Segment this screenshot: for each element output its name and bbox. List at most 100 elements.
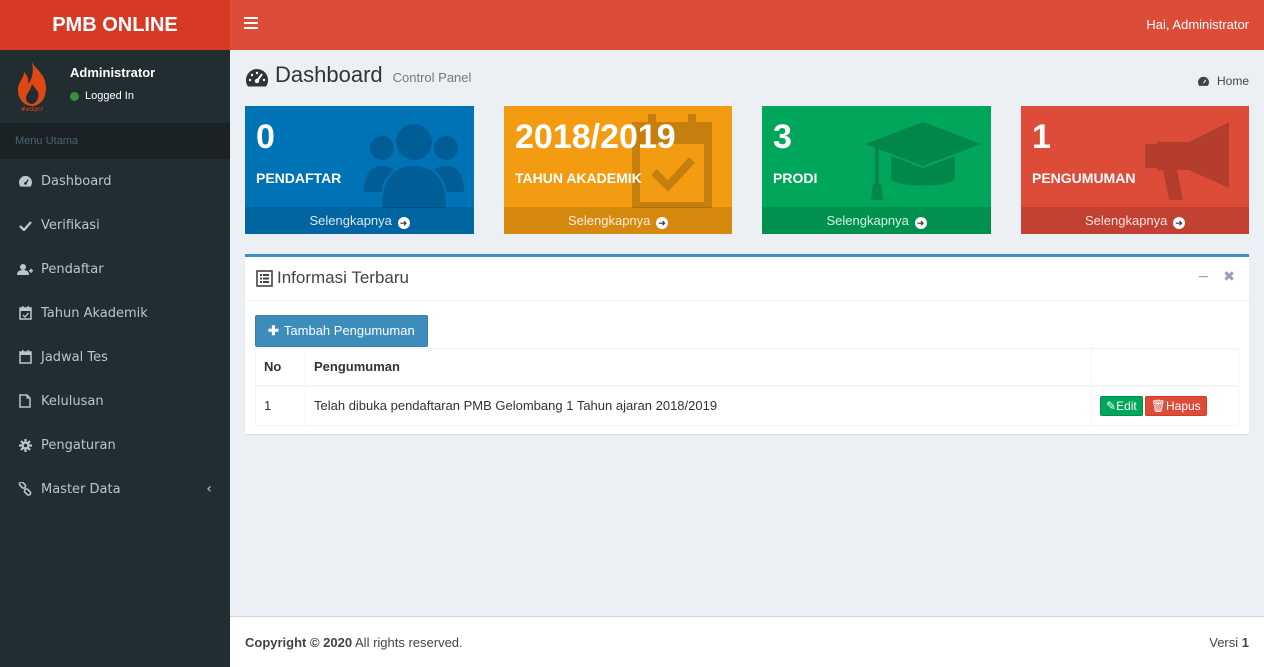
info-box-title: Informasi Terbaru xyxy=(256,268,409,288)
stat-label: PENDAFTAR xyxy=(256,170,342,186)
sidebar-item-label: Pengaturan xyxy=(41,437,116,453)
trash-icon: 🗑 xyxy=(1150,398,1166,413)
calendar-check-icon xyxy=(17,305,33,321)
stat-label: PENGUMUMAN xyxy=(1032,170,1136,186)
version-number: 1 xyxy=(1241,635,1249,650)
sidebar: #edgn! Administrator Logged In Menu Utam… xyxy=(0,50,230,667)
content-header: Dashboard Control Panel xyxy=(245,62,471,94)
sidebar-item-pengaturan[interactable]: Pengaturan xyxy=(0,423,230,467)
app-logo[interactable]: PMB ONLINE xyxy=(0,0,230,50)
stat-value: 3 xyxy=(773,118,792,156)
info-box-title-label: Informasi Terbaru xyxy=(277,268,409,287)
edit-label: Edit xyxy=(1116,398,1137,413)
close-icon[interactable]: ✖ xyxy=(1223,269,1235,285)
stat-value: 1 xyxy=(1032,118,1051,156)
menu-header: Menu Utama xyxy=(0,123,230,159)
dashboard-icon xyxy=(245,69,269,87)
sidebar-item-label: Verifikasi xyxy=(41,217,100,233)
user-status: Logged In xyxy=(70,90,134,102)
sidebar-item-tahun-akademik[interactable]: Tahun Akademik xyxy=(0,291,230,335)
sidebar-toggle-button[interactable] xyxy=(244,17,258,33)
delete-label: Hapus xyxy=(1165,398,1201,413)
table-row: 1 Telah dibuka pendaftaran PMB Gelombang… xyxy=(255,385,1239,426)
version-label: Versi xyxy=(1209,635,1242,650)
info-box-header: Informasi Terbaru − ✖ xyxy=(245,257,1249,301)
sidebar-item-jadwal-tes[interactable]: Jadwal Tes xyxy=(0,335,230,379)
more-link-label: Selengkapnya xyxy=(567,213,651,228)
sidebar-item-label: Tahun Akademik xyxy=(41,305,148,321)
edit-icon: ✎ xyxy=(1106,398,1117,413)
breadcrumb[interactable]: Home xyxy=(1197,74,1249,88)
stat-more-link[interactable]: Selengkapnya ➜ xyxy=(245,207,474,234)
arrow-right-icon: ➜ xyxy=(914,217,927,229)
sidebar-item-label: Dashboard xyxy=(41,173,112,189)
box-tools: − ✖ xyxy=(1184,269,1235,285)
sidebar-item-pendaftar[interactable]: Pendaftar xyxy=(0,247,230,291)
sidebar-item-label: Master Data xyxy=(41,481,121,497)
breadcrumb-home[interactable]: Home xyxy=(1217,74,1249,88)
stat-label: TAHUN AKADEMIK xyxy=(515,170,642,186)
column-header-pengumuman: Pengumuman xyxy=(305,348,1092,387)
svg-text:#edgn!: #edgn! xyxy=(21,106,44,112)
info-box: Informasi Terbaru − ✖ ✚ Tambah Pengumuman… xyxy=(245,254,1249,434)
arrow-right-icon: ➜ xyxy=(397,217,410,229)
sidebar-item-dashboard[interactable]: Dashboard xyxy=(0,159,230,203)
delete-button[interactable]: 🗑Hapus xyxy=(1144,395,1207,416)
column-header-actions xyxy=(1091,348,1239,387)
page-title: Dashboard xyxy=(275,62,383,87)
announcement-text: Telah dibuka pendaftaran PMB Gelombang 1… xyxy=(305,385,1092,426)
plus-icon: ✚ xyxy=(268,323,279,338)
chevron-left-icon: ‹ xyxy=(206,481,212,497)
arrow-right-icon: ➜ xyxy=(656,217,669,229)
sidebar-item-label: Jadwal Tes xyxy=(41,349,108,365)
stat-box-tahun-akademik: 2018/2019 TAHUN AKADEMIK Selengkapnya ➜ xyxy=(504,106,732,234)
stat-label: PRODI xyxy=(773,170,818,186)
stat-box-prodi: 3 PRODI Selengkapnya ➜ xyxy=(762,106,991,234)
copyright: Copyright © 2020 All rights reserved. xyxy=(245,635,463,650)
gear-icon xyxy=(17,437,33,453)
edit-button[interactable]: ✎Edit xyxy=(1100,395,1143,416)
list-alt-icon xyxy=(256,269,273,287)
sidebar-item-kelulusan[interactable]: Kelulusan xyxy=(0,379,230,423)
announcement-table: No Pengumuman 1 Telah dibuka pendaftaran… xyxy=(255,348,1239,426)
column-header-no: No xyxy=(255,348,306,387)
codeigniter-logo: #edgn! xyxy=(18,62,46,112)
dashboard-icon xyxy=(1197,76,1209,86)
user-menu[interactable]: Hai, Administrator xyxy=(1146,0,1249,50)
collapse-icon[interactable]: − xyxy=(1198,269,1210,285)
copyright-bold: Copyright © 2020 xyxy=(245,635,353,650)
row-number: 1 xyxy=(255,385,306,426)
row-actions: ✎Edit 🗑Hapus xyxy=(1091,385,1239,426)
dashboard-icon xyxy=(17,173,33,189)
stat-more-link[interactable]: Selengkapnya ➜ xyxy=(762,207,991,234)
calendar-icon xyxy=(17,349,33,365)
top-navbar: Hai, Administrator xyxy=(230,0,1264,50)
bullhorn-icon xyxy=(1145,122,1229,200)
check-icon xyxy=(17,217,33,233)
version: Versi 1 xyxy=(1209,635,1249,650)
link-icon xyxy=(17,481,33,497)
stat-value: 2018/2019 xyxy=(515,118,676,156)
arrow-right-icon: ➜ xyxy=(1173,217,1186,229)
file-icon xyxy=(17,393,33,409)
add-announcement-label: Tambah Pengumuman xyxy=(283,323,415,338)
stat-box-pendaftar: 0 PENDAFTAR Selengkapnya ➜ xyxy=(245,106,474,234)
user-panel: #edgn! Administrator Logged In xyxy=(0,50,230,123)
stat-more-link[interactable]: Selengkapnya ➜ xyxy=(1021,207,1249,234)
stat-more-link[interactable]: Selengkapnya ➜ xyxy=(504,207,732,234)
more-link-label: Selengkapnya xyxy=(309,213,392,228)
sidebar-item-label: Pendaftar xyxy=(41,261,104,277)
stat-box-pengumuman: 1 PENGUMUMAN Selengkapnya ➜ xyxy=(1021,106,1249,234)
table-header-row: No Pengumuman xyxy=(255,348,1239,387)
add-announcement-button[interactable]: ✚ Tambah Pengumuman xyxy=(255,315,428,347)
online-status-icon xyxy=(70,91,79,101)
main-footer: Copyright © 2020 All rights reserved. Ve… xyxy=(230,616,1264,667)
user-plus-icon xyxy=(17,261,33,277)
sidebar-item-verifikasi[interactable]: Verifikasi xyxy=(0,203,230,247)
sidebar-item-label: Kelulusan xyxy=(41,393,104,409)
sidebar-item-master-data[interactable]: Master Data ‹ xyxy=(0,467,230,511)
more-link-label: Selengkapnya xyxy=(1084,213,1168,228)
page-subtitle: Control Panel xyxy=(392,70,472,85)
user-name: Administrator xyxy=(70,65,156,80)
user-status-label: Logged In xyxy=(85,90,134,102)
